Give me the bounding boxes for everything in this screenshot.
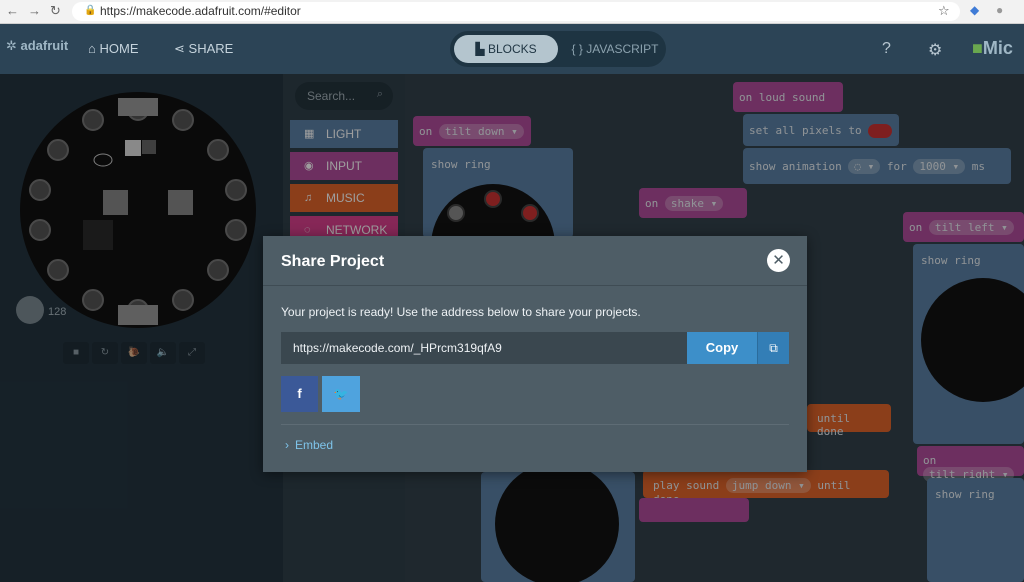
embed-toggle[interactable]: › Embed xyxy=(285,438,333,452)
home-button[interactable]: ⌂ HOME xyxy=(88,41,138,56)
bookmark-star-icon[interactable]: ☆ xyxy=(938,3,950,19)
share-dialog: Share Project ✕ Your project is ready! U… xyxy=(263,236,807,472)
share-url-field[interactable]: https://makecode.com/_HPrcm319qfA9 xyxy=(281,332,687,364)
embed-label: Embed xyxy=(295,438,334,452)
profile-icon[interactable]: ● xyxy=(996,3,1003,17)
ms-label: Mic xyxy=(982,38,1013,58)
facebook-icon[interactable]: f xyxy=(281,376,318,412)
share-button[interactable]: ⋖ SHARE xyxy=(174,41,233,57)
twitter-icon[interactable]: 🐦 xyxy=(322,376,360,412)
share-icon: ⋖ xyxy=(174,41,185,56)
copy-button[interactable]: Copy xyxy=(687,332,757,364)
extension-icon[interactable]: ◆ xyxy=(970,3,979,17)
back-icon[interactable]: ← xyxy=(6,3,19,18)
editor-toggle: ▙ BLOCKS { } JAVASCRIPT xyxy=(450,31,666,67)
javascript-tab[interactable]: { } JAVASCRIPT xyxy=(568,35,662,63)
dialog-divider-top xyxy=(263,285,807,286)
brand-label: adafruit xyxy=(20,38,69,53)
forward-icon[interactable]: → xyxy=(28,3,41,18)
adafruit-logo[interactable]: ✲ adafruit xyxy=(6,38,68,54)
blocks-tab-label: BLOCKS xyxy=(487,42,537,56)
braces-icon: { } xyxy=(571,42,583,56)
blocks-tab[interactable]: ▙ BLOCKS xyxy=(454,35,558,63)
home-label: HOME xyxy=(99,41,139,56)
home-icon: ⌂ xyxy=(88,41,96,56)
javascript-tab-label: JAVASCRIPT xyxy=(586,42,659,56)
microsoft-logo[interactable]: ■Mic xyxy=(972,38,1013,59)
chevron-right-icon: › xyxy=(285,438,289,452)
dialog-title: Share Project xyxy=(281,253,385,270)
blocks-icon: ▙ xyxy=(475,42,485,56)
lock-icon: 🔒 xyxy=(84,5,97,16)
gear-icon[interactable]: ⚙ xyxy=(928,40,942,60)
browser-chrome: ← → ↻ 🔒 https://makecode.adafruit.com/#e… xyxy=(0,0,1024,24)
dialog-divider-bottom xyxy=(281,424,789,425)
share-label: SHARE xyxy=(188,41,234,56)
address-url[interactable]: https://makecode.adafruit.com/#editor xyxy=(100,4,301,18)
help-icon[interactable]: ? xyxy=(882,40,891,58)
dialog-message: Your project is ready! Use the address b… xyxy=(281,305,641,319)
reload-icon[interactable]: ↻ xyxy=(50,3,61,19)
copy-icon[interactable]: ⧉ xyxy=(757,332,789,364)
close-icon[interactable]: ✕ xyxy=(767,249,790,272)
app-header: ✲ adafruit ⌂ HOME ⋖ SHARE ▙ BLOCKS { } J… xyxy=(0,24,1024,74)
